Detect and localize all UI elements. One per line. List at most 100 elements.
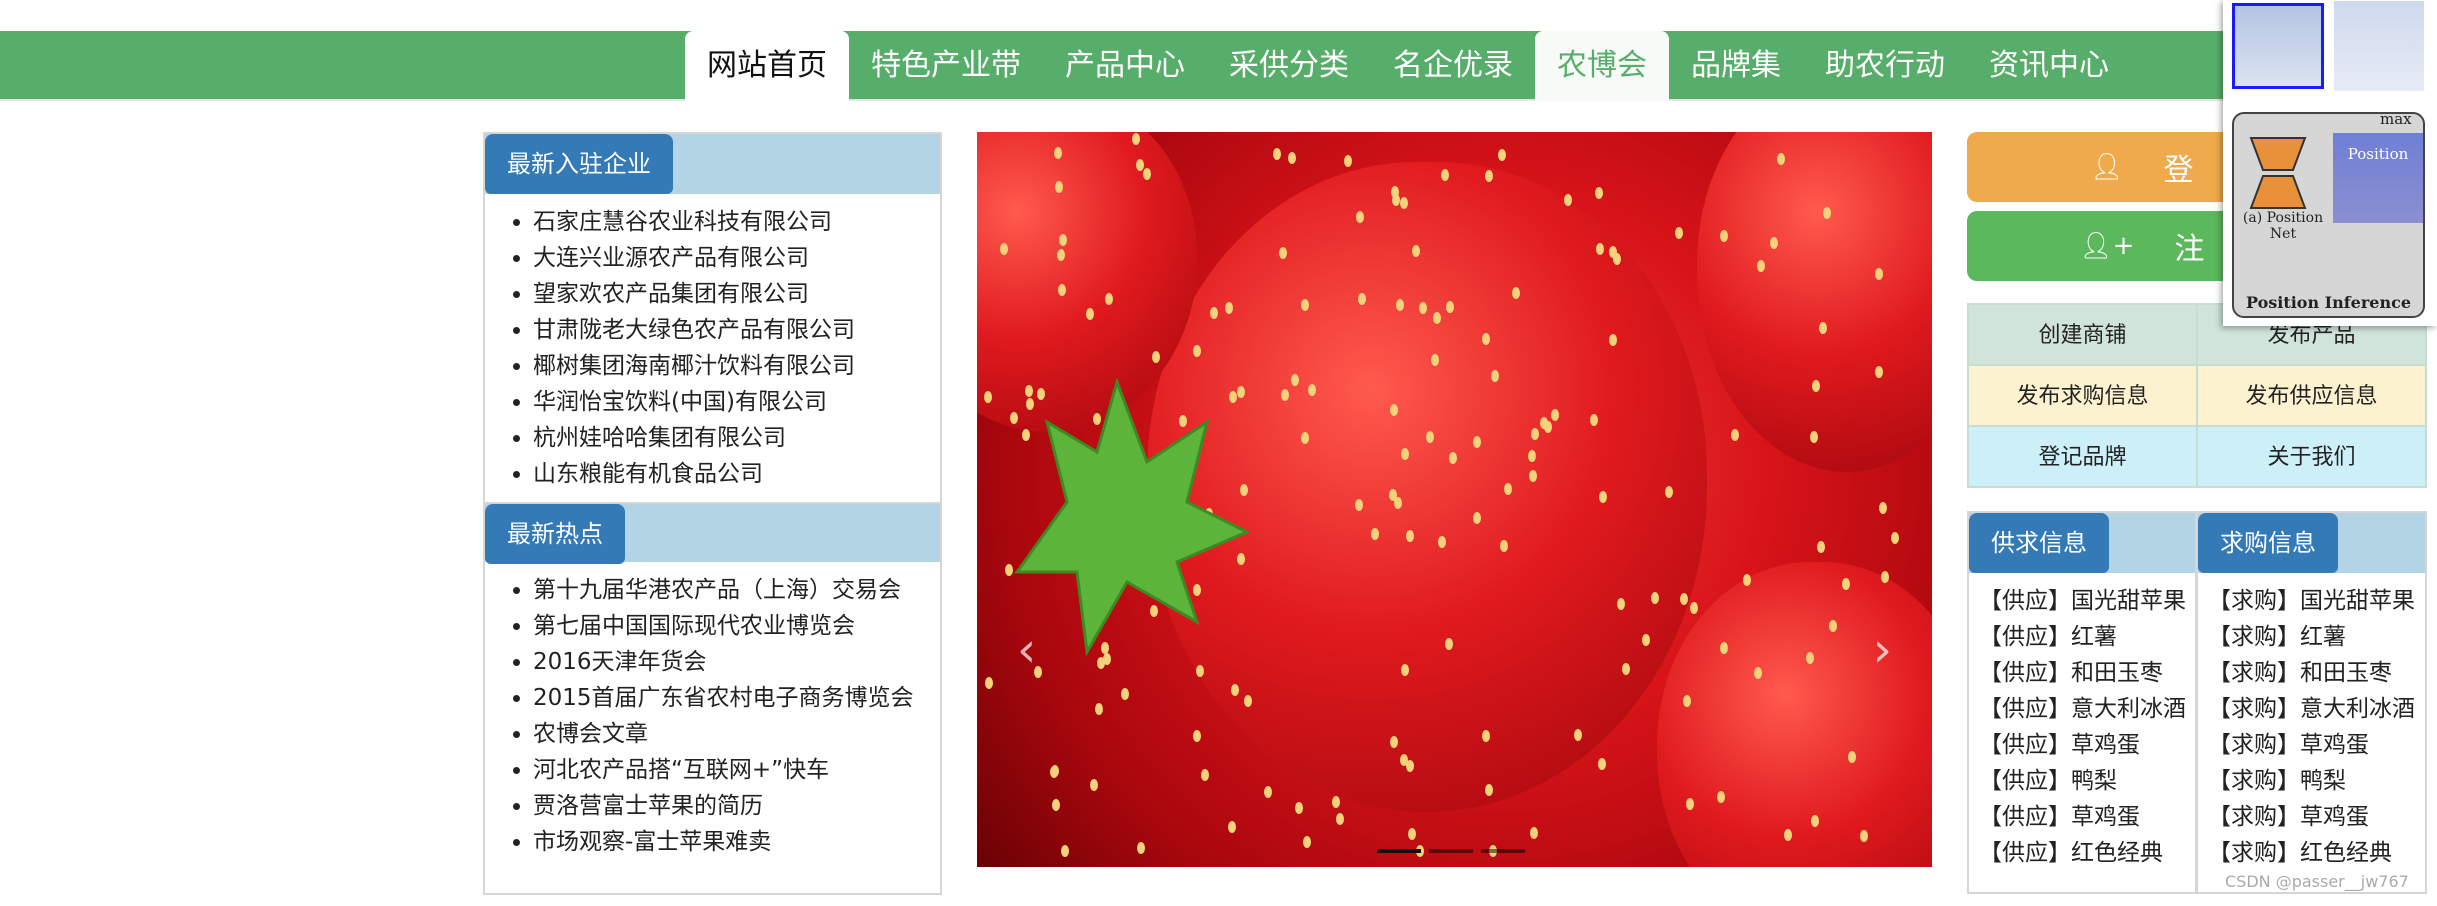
- demand-item[interactable]: 【求购】草鸡蛋: [2208, 799, 2425, 835]
- nav-tab[interactable]: 名企优录: [1371, 31, 1535, 101]
- carousel-indicator[interactable]: [1429, 849, 1473, 853]
- strawberry-seed: [1227, 820, 1236, 833]
- hot-item[interactable]: 第十九届华港农产品（上海）交易会: [533, 572, 940, 608]
- nav-tab[interactable]: 采供分类: [1207, 31, 1371, 101]
- demand-prefix: 【求购】: [2208, 840, 2300, 866]
- quick-link[interactable]: 发布求购信息: [1968, 365, 2197, 426]
- hot-item[interactable]: 贾洛营富士苹果的简历: [533, 788, 940, 824]
- companies-item[interactable]: 大连兴业源农产品有限公司: [533, 240, 940, 276]
- strawberry-seed: [1061, 845, 1070, 858]
- position-heatmap: Position: [2333, 133, 2423, 223]
- main-nav: 网站首页 特色产业带 产品中心 采供分类 名企优录 农博会 品牌集 助农行动 资讯中心: [0, 31, 2437, 101]
- nav-tab[interactable]: 产品中心: [1043, 31, 1207, 101]
- nav-tab[interactable]: 网站首页: [685, 31, 849, 101]
- nav-tab[interactable]: 品牌集: [1669, 31, 1803, 101]
- strawberry-seed: [1354, 499, 1363, 512]
- supply-item[interactable]: 【供应】意大利冰酒: [1979, 691, 2195, 727]
- supply-item[interactable]: 【供应】红薯: [1979, 619, 2195, 655]
- demand-prefix: 【求购】: [2208, 588, 2300, 614]
- supply-prefix: 【供应】: [1979, 696, 2071, 722]
- demand-name: 和田玉枣: [2300, 660, 2392, 686]
- companies-item[interactable]: 杭州娃哈哈集团有限公司: [533, 420, 940, 456]
- supply-panel: 供求信息 【供应】国光甜苹果 【供应】红薯 【供应】和田玉枣 【供应】意大利冰酒 【供应…: [1967, 511, 2197, 894]
- supply-name: 红薯: [2071, 624, 2117, 650]
- strawberry-seed: [1880, 570, 1889, 583]
- strawberry-seed: [1407, 828, 1416, 841]
- strawberry-leaf: [1014, 377, 1251, 657]
- hot-header: 最新热点: [485, 502, 940, 564]
- supply-item[interactable]: 【供应】草鸡蛋: [1979, 727, 2195, 763]
- strawberry-seed: [1411, 244, 1420, 257]
- companies-title: 最新入驻企业: [485, 134, 673, 194]
- demand-item[interactable]: 【求购】国光甜苹果: [2208, 583, 2425, 619]
- strawberry-seed: [1769, 236, 1778, 249]
- supply-name: 意大利冰酒: [2071, 696, 2186, 722]
- strawberry-seed: [1717, 790, 1726, 803]
- carousel-indicator[interactable]: [1377, 849, 1421, 853]
- demand-item[interactable]: 【求购】和田玉枣: [2208, 655, 2425, 691]
- strawberry-image: [1657, 562, 1932, 867]
- supply-item[interactable]: 【供应】草鸡蛋: [1979, 799, 2195, 835]
- companies-item[interactable]: 甘肃陇老大绿色农产品有限公司: [533, 312, 940, 348]
- strawberry-image: [1697, 132, 1932, 472]
- output-thumbnail: [2334, 1, 2424, 91]
- demand-item[interactable]: 【求购】意大利冰酒: [2208, 691, 2425, 727]
- demand-item[interactable]: 【求购】红色经典: [2208, 835, 2425, 871]
- companies-item[interactable]: 石家庄慧谷农业科技有限公司: [533, 204, 940, 240]
- strawberry-seed: [1742, 574, 1751, 587]
- carousel-prev-button[interactable]: ‹: [1017, 622, 1036, 678]
- strawberry-seed: [1753, 667, 1762, 680]
- nav-tab[interactable]: 资讯中心: [1967, 31, 2131, 101]
- strawberry-seed: [1878, 502, 1887, 515]
- companies-item[interactable]: 椰树集团海南椰汁饮料有限公司: [533, 348, 940, 384]
- strawberry-seed: [1057, 283, 1066, 296]
- user-plus-icon: 👤︎+: [2079, 231, 2135, 261]
- strawberry-seed: [1498, 149, 1507, 162]
- position-inference-caption: Position Inference: [2245, 293, 2412, 312]
- strawberry-seed: [1307, 384, 1316, 397]
- strawberry-seed: [1356, 210, 1365, 223]
- companies-item[interactable]: 望家欢农产品集团有限公司: [533, 276, 940, 312]
- nav-tab[interactable]: 农博会: [1535, 31, 1669, 101]
- strawberry-seed: [1051, 798, 1060, 811]
- strawberry-seed: [1777, 152, 1785, 165]
- demand-item[interactable]: 【求购】鸭梨: [2208, 763, 2425, 799]
- strawberry-seed: [1809, 431, 1818, 444]
- demand-item[interactable]: 【求购】草鸡蛋: [2208, 727, 2425, 763]
- supply-name: 草鸡蛋: [2071, 804, 2140, 830]
- carousel-indicator[interactable]: [1481, 849, 1525, 853]
- demand-item[interactable]: 【求购】红薯: [2208, 619, 2425, 655]
- companies-item[interactable]: 山东粮能有机食品公司: [533, 456, 940, 492]
- nav-tab[interactable]: 助农行动: [1803, 31, 1967, 101]
- strawberry-seed: [1540, 416, 1549, 429]
- hot-item[interactable]: 市场观察-富士苹果难卖: [533, 824, 940, 860]
- hot-item[interactable]: 2016天津年货会: [533, 644, 940, 680]
- hourglass-net-icon: [2249, 137, 2307, 209]
- hot-item[interactable]: 农博会文章: [533, 716, 940, 752]
- carousel-next-button[interactable]: ›: [1873, 622, 1892, 678]
- supply-prefix: 【供应】: [1979, 624, 2071, 650]
- quick-link[interactable]: 发布供应信息: [2197, 365, 2426, 426]
- companies-item[interactable]: 华润怡宝饮料(中国)有限公司: [533, 384, 940, 420]
- strawberry-seed: [1264, 785, 1273, 798]
- supply-item[interactable]: 【供应】红色经典: [1979, 835, 2195, 871]
- supply-item[interactable]: 【供应】鸭梨: [1979, 763, 2195, 799]
- strawberry-seed: [1135, 158, 1144, 171]
- hot-item[interactable]: 2015首届广东省农村电子商务博览会: [533, 680, 940, 716]
- hot-item[interactable]: 第七届中国国际现代农业博览会: [533, 608, 940, 644]
- strawberry-seed: [1472, 511, 1481, 524]
- demand-name: 意大利冰酒: [2300, 696, 2415, 722]
- hot-item[interactable]: 河北农产品搭“互联网+”快车: [533, 752, 940, 788]
- strawberry-seed: [1121, 688, 1130, 701]
- user-icon: 👤︎: [2090, 152, 2124, 182]
- demand-name: 红薯: [2300, 624, 2346, 650]
- quick-link[interactable]: 创建商铺: [1968, 304, 2197, 365]
- nav-tab[interactable]: 特色产业带: [849, 31, 1043, 101]
- quick-link[interactable]: 关于我们: [2197, 426, 2426, 487]
- supply-item[interactable]: 【供应】和田玉枣: [1979, 655, 2195, 691]
- supply-title: 供求信息: [1969, 513, 2109, 573]
- carousel[interactable]: ‹ ›: [977, 132, 1932, 867]
- supply-item[interactable]: 【供应】国光甜苹果: [1979, 583, 2195, 619]
- strawberry-seed: [1090, 779, 1099, 792]
- quick-link[interactable]: 登记品牌: [1968, 426, 2197, 487]
